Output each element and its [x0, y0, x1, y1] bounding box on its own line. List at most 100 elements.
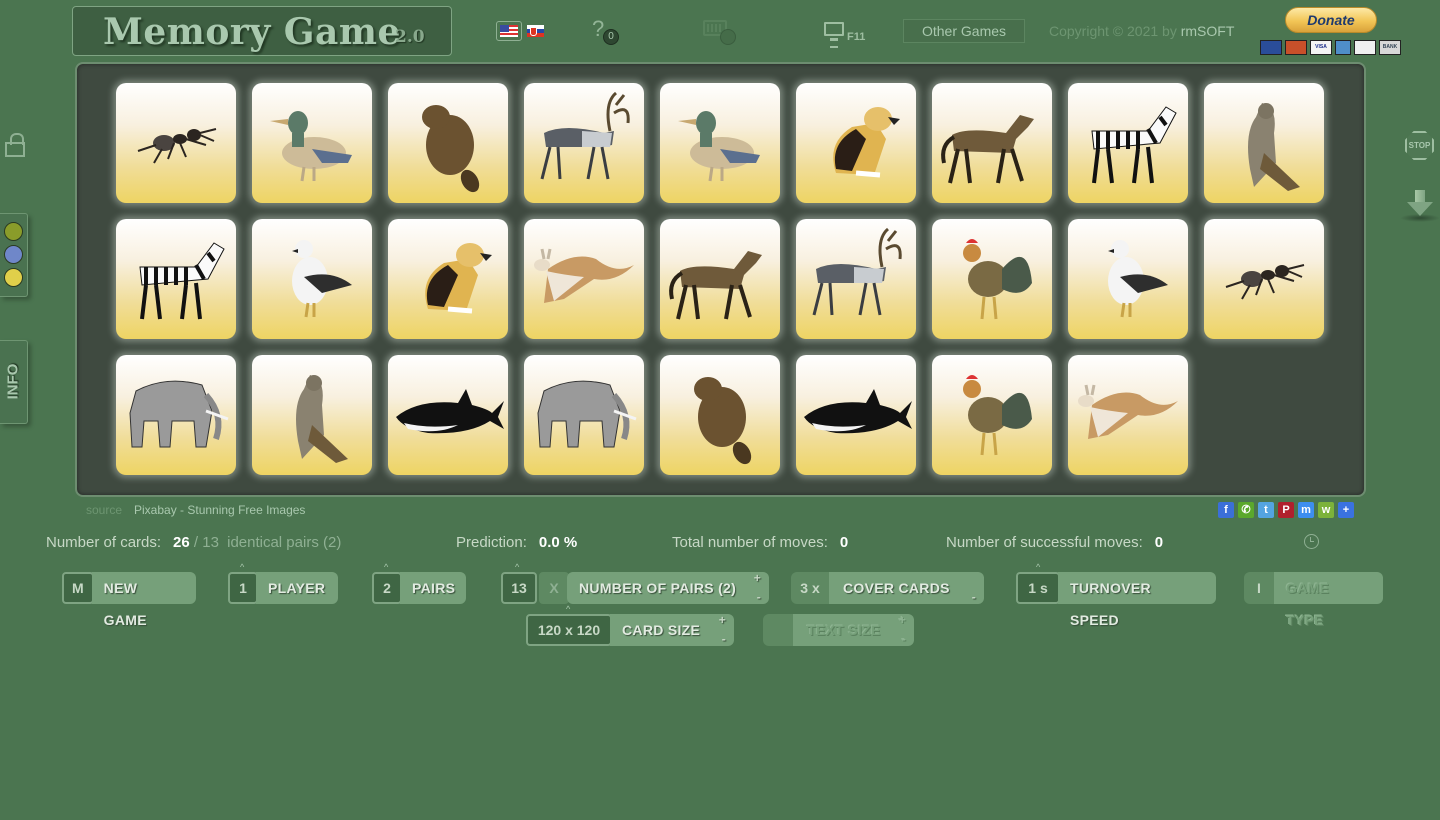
card-horse[interactable] — [932, 83, 1052, 203]
theme-color-yellow[interactable] — [4, 268, 23, 287]
fullscreen-monitor-icon[interactable] — [824, 22, 844, 48]
card-ant[interactable] — [1204, 219, 1324, 339]
card-size-key[interactable]: 120 x 120 — [526, 614, 612, 646]
wechat-icon[interactable]: w — [1318, 502, 1334, 518]
lock-open-icon[interactable] — [5, 133, 25, 157]
new-game-button[interactable]: NEW GAME — [91, 572, 196, 628]
text-size-button[interactable]: TEXT SIZE + - — [793, 614, 914, 646]
prediction-value: 0.0 % — [538, 534, 578, 551]
number-of-cards-stat: Number of cards: 26 / 13 identical pairs … — [46, 534, 341, 551]
turnover-speed-button[interactable]: TURNOVER SPEED — [1058, 572, 1216, 628]
fullscreen-key-label: F11 — [847, 31, 866, 43]
theme-color-blue[interactable] — [4, 245, 23, 264]
stop-icon[interactable]: STOP — [1405, 131, 1434, 160]
donate-button[interactable]: Donate — [1285, 7, 1377, 33]
card-beagle[interactable] — [796, 83, 916, 203]
card-size-minus[interactable]: - — [722, 633, 726, 645]
whatsapp-icon[interactable]: ✆ — [1238, 502, 1254, 518]
card-zebra[interactable] — [116, 219, 236, 339]
player-caret-icon: ^ — [240, 562, 245, 572]
number-of-pairs-minus[interactable]: - — [757, 591, 761, 603]
other-games-button[interactable]: Other Games — [903, 19, 1025, 43]
game-type-button[interactable]: GAME TYPE — [1274, 572, 1383, 628]
theme-color-panel — [0, 213, 28, 297]
down-arrow-icon[interactable] — [1407, 190, 1433, 220]
number-of-pairs-x[interactable]: X — [539, 572, 569, 604]
cover-cards-control: 3 x COVER CARDS - — [791, 572, 984, 604]
cards-label: Number of cards: — [46, 534, 162, 551]
card-kangaroo[interactable] — [524, 219, 644, 339]
number-of-pairs-button[interactable]: NUMBER OF PAIRS (2) + - — [567, 572, 769, 604]
number-of-pairs-plus[interactable]: + — [754, 572, 761, 584]
text-size-minus[interactable]: - — [902, 633, 906, 645]
player-count-key[interactable]: 1 — [228, 572, 258, 604]
card-duck[interactable] — [660, 83, 780, 203]
card-ant[interactable] — [116, 83, 236, 203]
pairs-key[interactable]: 2 — [372, 572, 402, 604]
twitter-icon[interactable]: t — [1258, 502, 1274, 518]
card-beaver[interactable] — [660, 355, 780, 475]
mastercard-icon — [1285, 40, 1307, 55]
game-type-control: I GAME TYPE — [1244, 572, 1383, 628]
cover-cards-key[interactable]: 3 x — [791, 572, 829, 604]
card-reindeer[interactable] — [524, 83, 644, 203]
turnover-speed-key[interactable]: 1 s — [1016, 572, 1060, 604]
card-duck[interactable] — [252, 83, 372, 203]
card-elephant[interactable] — [116, 355, 236, 475]
card-zebra[interactable] — [1068, 83, 1188, 203]
amex-card-icon — [1335, 40, 1351, 55]
card-elephant[interactable] — [524, 355, 644, 475]
card-size-label: CARD SIZE — [622, 622, 701, 638]
facebook-icon[interactable]: f — [1218, 502, 1234, 518]
new-game-control: M NEW GAME — [62, 572, 196, 628]
horse-illustration — [669, 251, 762, 320]
number-of-pairs-key[interactable]: 13 — [501, 572, 537, 604]
card-size-button[interactable]: CARD SIZE + - — [610, 614, 734, 646]
horse-illustration — [941, 115, 1034, 184]
cover-cards-button[interactable]: COVER CARDS - — [829, 572, 984, 604]
visa-card-icon: VISA — [1310, 40, 1332, 55]
card-kangaroo[interactable] — [1068, 355, 1188, 475]
card-beaver[interactable] — [388, 83, 508, 203]
theme-color-green[interactable] — [4, 222, 23, 241]
card-beagle[interactable] — [388, 219, 508, 339]
text-size-label: TEXT SIZE — [807, 622, 881, 638]
successful-moves-value: 0 — [1154, 534, 1164, 551]
language-en-button[interactable] — [496, 21, 522, 41]
cover-cards-label: COVER CARDS — [843, 580, 950, 596]
card-falcon[interactable] — [252, 355, 372, 475]
card-reindeer[interactable] — [796, 219, 916, 339]
game-type-key[interactable]: I — [1244, 572, 1274, 604]
card-rooster[interactable] — [932, 219, 1052, 339]
reindeer-illustration — [812, 227, 902, 316]
card-orca[interactable] — [796, 355, 916, 475]
new-game-key[interactable]: M — [62, 572, 94, 604]
more-icon[interactable]: + — [1338, 502, 1354, 518]
duck-illustration — [678, 111, 760, 182]
beagle-illustration — [425, 243, 492, 314]
text-size-key[interactable] — [763, 614, 793, 646]
pairs-caret-icon: ^ — [384, 562, 389, 572]
player-button[interactable]: PLAYER — [256, 572, 338, 604]
copyright-brand-link[interactable]: rmSOFT — [1181, 23, 1235, 39]
messenger-icon[interactable]: m — [1298, 502, 1314, 518]
card-rooster[interactable] — [932, 355, 1052, 475]
clock-icon[interactable] — [1304, 534, 1319, 549]
copyright-text: Copyright © 2021 by — [1049, 23, 1181, 39]
cover-cards-minus[interactable]: - — [972, 591, 976, 603]
card-size-plus[interactable]: + — [719, 614, 726, 626]
card-seagull[interactable] — [252, 219, 372, 339]
zebra-illustration — [1091, 106, 1177, 184]
info-tab[interactable]: INFO — [0, 340, 28, 424]
help-count-badge: 0 — [603, 29, 619, 45]
card-horse[interactable] — [660, 219, 780, 339]
ant-illustration — [1225, 264, 1305, 300]
card-falcon[interactable] — [1204, 83, 1324, 203]
source-link[interactable]: Pixabay - Stunning Free Images — [134, 503, 305, 517]
card-seagull[interactable] — [1068, 219, 1188, 339]
card-orca[interactable] — [388, 355, 508, 475]
pinterest-icon[interactable]: P — [1278, 502, 1294, 518]
text-size-plus[interactable]: + — [899, 614, 906, 626]
slovak-flag-icon[interactable] — [527, 25, 544, 37]
pairs-button[interactable]: PAIRS — [400, 572, 466, 604]
